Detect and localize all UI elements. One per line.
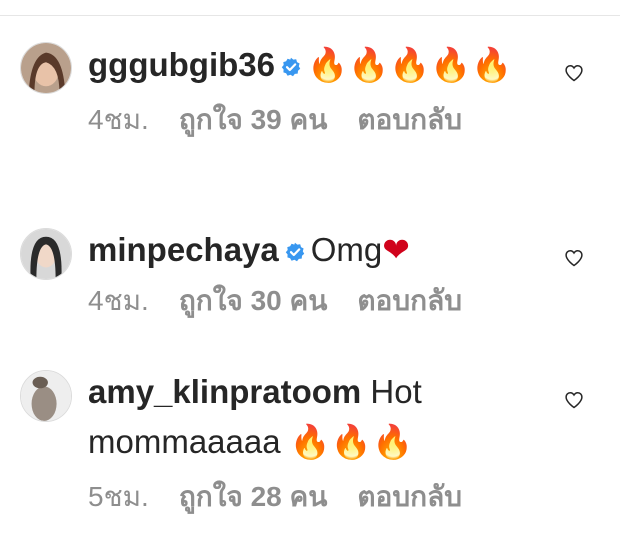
avatar[interactable] <box>20 42 72 94</box>
likes-count-link[interactable]: ถูกใจ 28 คน <box>179 477 328 517</box>
reply-button[interactable]: ตอบกลับ <box>357 477 462 517</box>
like-button[interactable] <box>564 390 584 410</box>
avatar-image <box>21 43 71 93</box>
avatar-image <box>21 371 71 421</box>
comment-text-line: minpechaya Omg❤ <box>88 225 548 275</box>
heart-outline-icon <box>565 391 583 409</box>
like-button[interactable] <box>564 248 584 268</box>
comment-meta: 4ชม. ถูกใจ 39 คน ตอบกลับ <box>88 100 548 140</box>
likes-count-link[interactable]: ถูกใจ 30 คน <box>179 281 328 321</box>
comment-time: 5ชม. <box>88 481 149 512</box>
comment-text-line: gggubgib36 🔥🔥🔥🔥🔥 <box>88 40 548 90</box>
comment-meta: 4ชม. ถูกใจ 30 คน ตอบกลับ <box>88 281 548 321</box>
top-divider <box>0 15 620 16</box>
comment-time: 4ชม. <box>88 285 149 316</box>
heart-emoji: ❤ <box>382 230 410 269</box>
username-link[interactable]: gggubgib36 <box>88 46 275 83</box>
fire-emoji: 🔥🔥🔥🔥🔥 <box>306 45 513 84</box>
likes-count-link[interactable]: ถูกใจ 39 คน <box>179 100 328 140</box>
reply-button[interactable]: ตอบกลับ <box>357 100 462 140</box>
fire-emoji: 🔥🔥🔥 <box>289 422 414 461</box>
verified-badge-icon <box>285 242 304 262</box>
avatar[interactable] <box>20 370 72 422</box>
heart-outline-icon <box>565 249 583 267</box>
comment-meta: 5ชม. ถูกใจ 28 คน ตอบกลับ <box>88 477 548 517</box>
comment-text: Omg <box>310 231 383 268</box>
avatar[interactable] <box>20 228 72 280</box>
username-link[interactable]: minpechaya <box>88 231 279 268</box>
verified-badge-icon <box>281 57 301 77</box>
comment-text-line: amy_klinpratoom Hot mommaaaaa 🔥🔥🔥 <box>88 367 548 467</box>
like-button[interactable] <box>564 63 584 83</box>
reply-button[interactable]: ตอบกลับ <box>357 281 462 321</box>
avatar-image <box>21 229 71 279</box>
heart-outline-icon <box>565 64 583 82</box>
comment-time: 4ชม. <box>88 104 149 135</box>
username-link[interactable]: amy_klinpratoom <box>88 373 361 410</box>
